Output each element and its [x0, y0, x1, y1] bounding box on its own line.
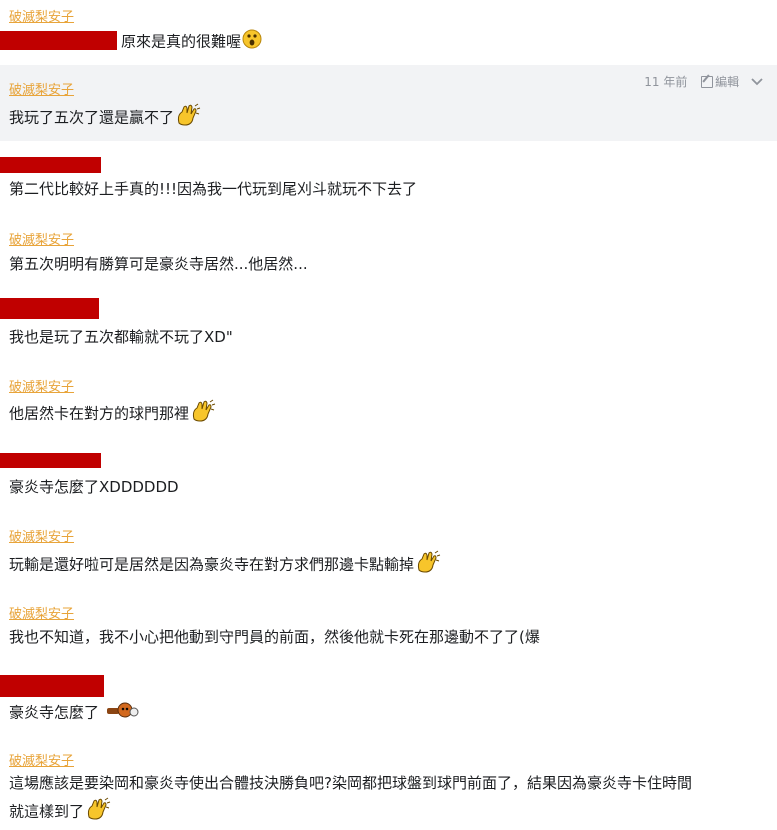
timestamp: 11 年前: [644, 75, 688, 89]
message-text: 第二代比較好上手真的!!!因為我一代玩到尾刈斗就玩不下去了: [9, 180, 418, 198]
message-4: 我也是玩了五次都輸就不玩了XD": [0, 290, 777, 350]
knocked-out-emoji-icon: [105, 700, 139, 726]
redacted-name: [0, 157, 101, 173]
message-5: 破滅梨安子 他居然卡在對方的球門那裡: [0, 372, 777, 432]
message-text-line2: 就這樣到了: [9, 797, 111, 827]
message-8: 破滅梨安子 我也不知道，我不小心把他動到守門員的前面，然後他就卡死在那邊動不了了…: [0, 599, 777, 659]
message-text: 第五次明明有勝算可是豪炎寺居然...他居然...: [9, 255, 308, 273]
message-text: 這場應該是要染岡和豪炎寺使出合體技決勝負吧?染岡都把球盤到球門前面了，結果因為豪…: [9, 774, 692, 792]
message-text: 我也是玩了五次都輸就不玩了XD": [9, 328, 233, 346]
author-name[interactable]: 破滅梨安子: [9, 526, 74, 545]
author-name[interactable]: 破滅梨安子: [9, 79, 74, 98]
edit-button[interactable]: 編輯: [701, 74, 740, 89]
edit-label: 編輯: [715, 75, 740, 89]
waving-hand-emoji-icon: [190, 399, 216, 429]
message-text: 玩輸是還好啦可是居然是因為豪炎寺在對方求們那邊卡點輸掉: [9, 550, 441, 580]
message-10: 破滅梨安子 這場應該是要染岡和豪炎寺使出合體技決勝負吧?染岡都把球盤到球門前面了…: [0, 745, 777, 830]
message-9: 豪炎寺怎麼了: [0, 670, 777, 730]
redacted-name: [0, 31, 117, 50]
waving-hand-emoji-icon: [415, 550, 441, 580]
redacted-name: [0, 298, 99, 319]
pencil-icon: [701, 75, 714, 88]
redacted-name: [0, 675, 104, 697]
message-7: 破滅梨安子 玩輸是還好啦可是居然是因為豪炎寺在對方求們那邊卡點輸掉: [0, 522, 777, 582]
message-text: 豪炎寺怎麼了XDDDDDD: [9, 478, 179, 496]
message-text: 原來是真的很難喔: [121, 29, 262, 55]
author-name[interactable]: 破滅梨安子: [9, 603, 74, 622]
message-text: 他居然卡在對方的球門那裡: [9, 399, 216, 429]
message-meta: 11 年前 編輯: [644, 73, 763, 90]
author-name[interactable]: 破滅梨安子: [9, 229, 74, 248]
author-name[interactable]: 破滅梨安子: [9, 376, 74, 395]
message-text: 豪炎寺怎麼了: [9, 700, 139, 726]
message-6: 豪炎寺怎麼了XDDDDDD: [0, 448, 777, 508]
message-3: 破滅梨安子 第五次明明有勝算可是豪炎寺居然...他居然...: [0, 225, 777, 285]
message-0: 破滅梨安子 原來是真的很難喔: [0, 0, 777, 60]
message-1: 破滅梨安子 我玩了五次了還是贏不了 11 年前 編輯: [0, 65, 777, 141]
waving-hand-emoji-icon: [85, 797, 111, 827]
waving-hand-emoji-icon: [175, 103, 201, 133]
chevron-down-icon[interactable]: [751, 75, 763, 89]
redacted-name: [0, 453, 101, 468]
message-text: 我也不知道，我不小心把他動到守門員的前面，然後他就卡死在那邊動不了了(爆: [9, 628, 540, 646]
message-2: 第二代比較好上手真的!!!因為我一代玩到尾刈斗就玩不下去了: [0, 150, 777, 210]
message-text: 我玩了五次了還是贏不了: [9, 103, 201, 133]
surprised-emoji-icon: [242, 29, 262, 55]
author-name[interactable]: 破滅梨安子: [9, 750, 74, 769]
author-name[interactable]: 破滅梨安子: [9, 6, 74, 25]
